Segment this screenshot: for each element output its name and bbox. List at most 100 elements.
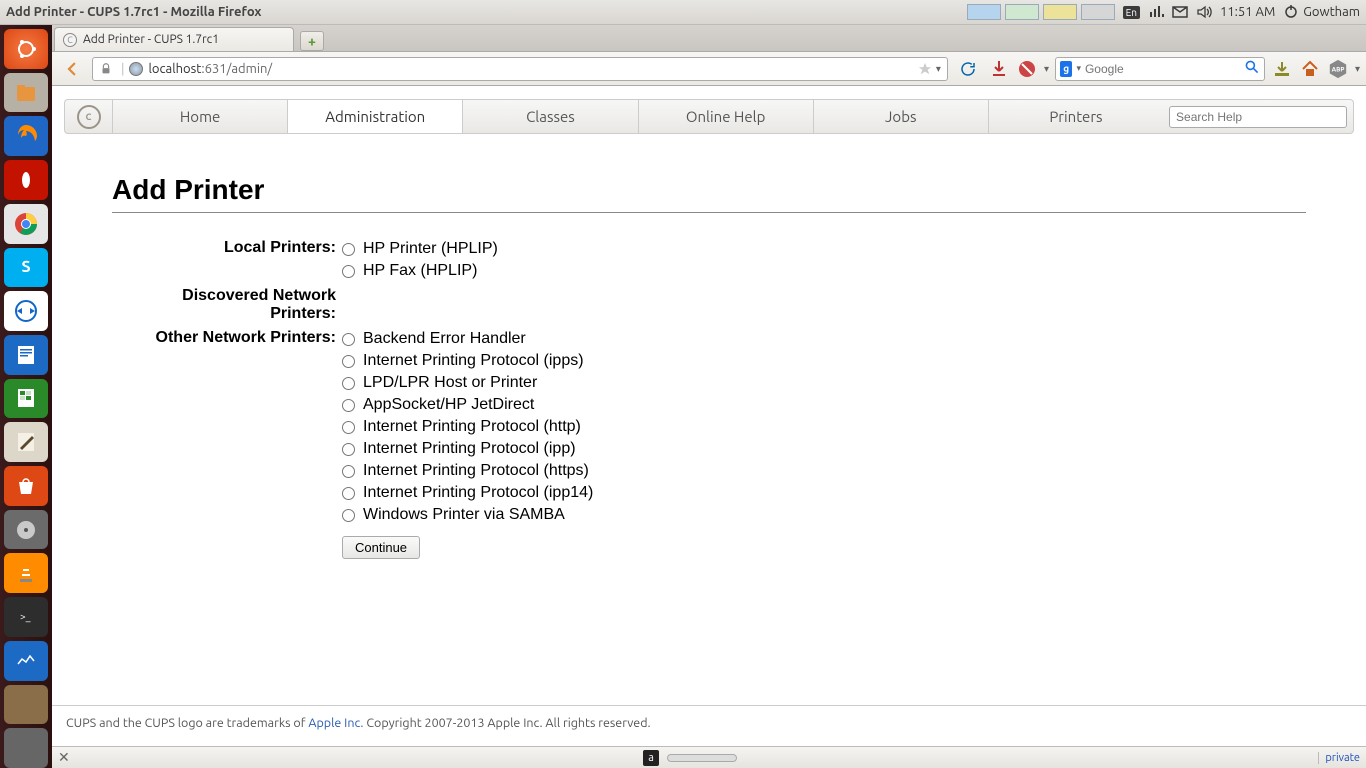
back-button[interactable] <box>58 55 86 83</box>
skype-icon[interactable]: S <box>4 248 48 288</box>
teamviewer-icon[interactable] <box>4 291 48 331</box>
abp-dropdown-icon[interactable]: ▾ <box>1355 63 1360 75</box>
radio-backend-error[interactable] <box>342 333 355 346</box>
printer-option: Windows Printer via SAMBA <box>342 504 1306 526</box>
printer-option: Backend Error Handler <box>342 328 1306 350</box>
window-title: Add Printer - CUPS 1.7rc1 - Mozilla Fire… <box>6 5 261 19</box>
toolbar-dropdown-icon[interactable]: ▾ <box>1044 63 1049 75</box>
private-indicator[interactable]: private <box>1318 752 1360 764</box>
addon-a-icon[interactable]: a <box>643 750 659 766</box>
search-input[interactable] <box>1085 62 1240 76</box>
svg-text:>_: >_ <box>20 611 31 622</box>
firefox-icon[interactable] <box>4 116 48 156</box>
printer-option: AppSocket/HP JetDirect <box>342 394 1306 416</box>
nav-online-help[interactable]: Online Help <box>639 100 814 133</box>
browser-tab[interactable]: C Add Printer - CUPS 1.7rc1 <box>54 27 294 51</box>
sysmon-indicator[interactable] <box>967 4 1115 20</box>
radio-appsocket[interactable] <box>342 399 355 412</box>
radio-ipp[interactable] <box>342 443 355 456</box>
firefox-navbar: | localhost:631/admin/ ▾ ▾ g ▾ ABP ▾ <box>52 52 1366 86</box>
radio-http[interactable] <box>342 421 355 434</box>
keyboard-indicator[interactable]: En <box>1123 6 1140 19</box>
sysmon-app-icon[interactable] <box>4 641 48 681</box>
apple-link[interactable]: Apple Inc. <box>308 716 363 730</box>
tab-title: Add Printer - CUPS 1.7rc1 <box>83 33 219 46</box>
session-indicator[interactable]: Gowtham <box>1283 4 1360 20</box>
page-title: Add Printer <box>112 174 1306 213</box>
files-icon[interactable] <box>4 73 48 113</box>
devices-icon[interactable] <box>4 728 48 768</box>
calc-icon[interactable] <box>4 379 48 419</box>
printer-option: Internet Printing Protocol (ipps) <box>342 350 1306 372</box>
noscript-button[interactable] <box>1016 58 1038 80</box>
printer-option: HP Printer (HPLIP) <box>342 238 1306 260</box>
search-engine-icon[interactable]: g <box>1060 61 1072 77</box>
dash-icon[interactable] <box>4 29 48 69</box>
nav-jobs[interactable]: Jobs <box>814 100 989 133</box>
discovered-printers-label: Discovered Network Printers: <box>112 285 342 325</box>
continue-button[interactable]: Continue <box>342 536 420 559</box>
save-button-icon[interactable] <box>1271 58 1293 80</box>
printer-option: Internet Printing Protocol (http) <box>342 416 1306 438</box>
zoom-slider[interactable] <box>667 754 737 762</box>
page-footer: CUPS and the CUPS logo are trademarks of… <box>52 705 1366 740</box>
system-menubar: Add Printer - CUPS 1.7rc1 - Mozilla Fire… <box>0 0 1366 25</box>
url-bar[interactable]: | localhost:631/admin/ ▾ <box>92 57 948 81</box>
chrome-icon[interactable] <box>4 204 48 244</box>
mail-indicator-icon[interactable] <box>1172 4 1188 20</box>
vlc-icon[interactable] <box>4 553 48 593</box>
radio-lpd[interactable] <box>342 377 355 390</box>
firefox-tabstrip: C Add Printer - CUPS 1.7rc1 + <box>52 25 1366 52</box>
nav-classes[interactable]: Classes <box>463 100 638 133</box>
url-text: localhost:631/admin/ <box>149 62 914 76</box>
help-search-input[interactable] <box>1169 106 1347 128</box>
home-button[interactable] <box>1299 58 1321 80</box>
downloads-button[interactable] <box>988 58 1010 80</box>
printer-option: LPD/LPR Host or Printer <box>342 372 1306 394</box>
nav-home[interactable]: Home <box>113 100 288 133</box>
search-go-icon[interactable] <box>1244 59 1260 78</box>
addonbar-close-icon[interactable]: ✕ <box>58 749 70 766</box>
radio-hp-printer[interactable] <box>342 243 355 256</box>
globe-icon <box>129 62 143 76</box>
search-bar[interactable]: g ▾ <box>1055 57 1265 81</box>
gedit-icon[interactable] <box>4 422 48 462</box>
printer-option: HP Fax (HPLIP) <box>342 260 1306 282</box>
cups-navbar: C Home Administration Classes Online Hel… <box>64 99 1354 134</box>
radio-ipps[interactable] <box>342 355 355 368</box>
reload-button[interactable] <box>954 55 982 83</box>
favicon-icon: C <box>63 33 77 47</box>
opera-icon[interactable] <box>4 160 48 200</box>
bookmark-star-icon[interactable] <box>918 62 932 76</box>
svg-text:S: S <box>21 258 30 276</box>
nav-printers[interactable]: Printers <box>989 100 1163 133</box>
clock[interactable]: 11:51 AM <box>1220 5 1275 19</box>
radio-ipp14[interactable] <box>342 487 355 500</box>
local-printers-label: Local Printers: <box>112 237 342 259</box>
svg-text:ABP: ABP <box>1332 66 1345 73</box>
radio-samba[interactable] <box>342 509 355 522</box>
other-printers-label: Other Network Printers: <box>112 327 342 349</box>
gimp-icon[interactable] <box>4 685 48 725</box>
url-dropdown-icon[interactable]: ▾ <box>936 63 941 75</box>
network-indicator-icon[interactable] <box>1148 4 1164 20</box>
terminal-icon[interactable]: >_ <box>4 597 48 637</box>
cups-logo[interactable]: C <box>65 100 113 133</box>
page-viewport: C Home Administration Classes Online Hel… <box>52 86 1366 740</box>
disk-icon[interactable] <box>4 510 48 550</box>
sound-indicator-icon[interactable] <box>1196 4 1212 20</box>
identity-icon <box>99 62 113 76</box>
printer-option: Internet Printing Protocol (ipp) <box>342 438 1306 460</box>
printer-option: Internet Printing Protocol (https) <box>342 460 1306 482</box>
writer-icon[interactable] <box>4 335 48 375</box>
software-center-icon[interactable] <box>4 466 48 506</box>
radio-https[interactable] <box>342 465 355 478</box>
nav-administration[interactable]: Administration <box>288 100 463 133</box>
firefox-addonbar: ✕ a private <box>52 746 1366 768</box>
page-content: Add Printer Local Printers: HP Printer (… <box>52 134 1366 580</box>
new-tab-button[interactable]: + <box>300 31 324 51</box>
radio-hp-fax[interactable] <box>342 265 355 278</box>
unity-launcher: S >_ <box>0 25 52 768</box>
printer-option: Internet Printing Protocol (ipp14) <box>342 482 1306 504</box>
abp-button[interactable]: ABP <box>1327 58 1349 80</box>
